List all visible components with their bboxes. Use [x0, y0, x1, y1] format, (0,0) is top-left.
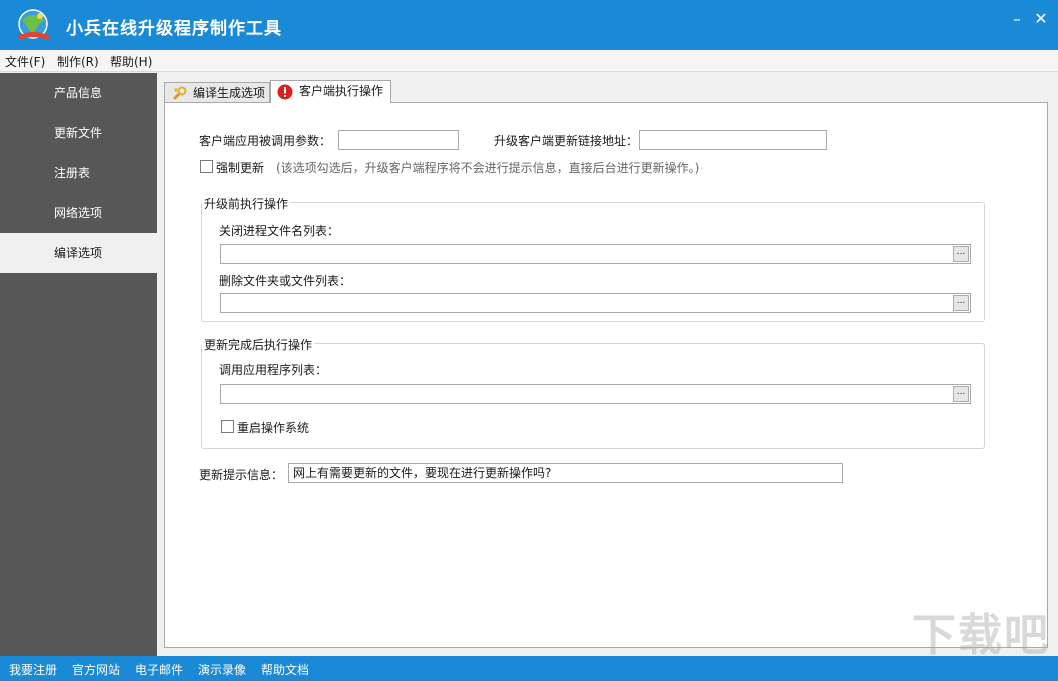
client-param-label: 客户端应用被调用参数：: [199, 132, 331, 149]
pre-upgrade-group: 升级前执行操作 关闭进程文件名列表： ... 删除文件夹或文件列表： ...: [201, 202, 985, 322]
upgrade-link-input[interactable]: [639, 130, 827, 150]
delete-files-browse-button[interactable]: ...: [953, 295, 969, 311]
sidebar-item-compile[interactable]: 编译选项: [0, 233, 157, 273]
status-link-website[interactable]: 官方网站: [72, 661, 120, 678]
tab-compile-options[interactable]: 编译生成选项: [164, 82, 270, 103]
close-process-browse-button[interactable]: ...: [953, 246, 969, 262]
client-actions-panel: 客户端应用被调用参数： 升级客户端更新链接地址： 强制更新 (该选项勾选后，升级…: [164, 102, 1048, 648]
alert-icon: [277, 84, 293, 100]
menu-bar: 文件(F) 制作(R) 帮助(H): [0, 50, 1058, 72]
close-process-list-input[interactable]: ...: [220, 244, 971, 264]
sidebar-item-update-files[interactable]: 更新文件: [0, 113, 157, 153]
status-link-demo[interactable]: 演示录像: [198, 661, 246, 678]
app-title: 小兵在线升级程序制作工具: [66, 14, 282, 39]
minimize-button[interactable]: –: [1006, 8, 1028, 30]
delete-files-list-input[interactable]: ...: [220, 293, 971, 313]
post-update-group: 更新完成后执行操作 调用应用程序列表： ... 重启操作系统: [201, 343, 985, 449]
run-apps-browse-button[interactable]: ...: [953, 386, 969, 402]
run-apps-list-label: 调用应用程序列表：: [219, 361, 327, 378]
watermark-logo: 下载吧: [912, 599, 1050, 663]
status-link-register[interactable]: 我要注册: [9, 661, 57, 678]
reboot-checkbox[interactable]: [221, 420, 234, 433]
status-bar: 我要注册 官方网站 电子邮件 演示录像 帮助文档: [0, 656, 1058, 681]
close-button[interactable]: ✕: [1030, 8, 1052, 30]
menu-make[interactable]: 制作(R): [57, 53, 99, 70]
status-link-help[interactable]: 帮助文档: [261, 661, 309, 678]
sidebar-item-registry[interactable]: 注册表: [0, 153, 157, 193]
menu-help[interactable]: 帮助(H): [110, 53, 152, 70]
delete-files-list-label: 删除文件夹或文件列表：: [219, 272, 351, 289]
client-param-input[interactable]: [338, 130, 459, 150]
menu-file[interactable]: 文件(F): [5, 53, 45, 70]
sidebar-item-network[interactable]: 网络选项: [0, 193, 157, 233]
tab-compile-options-label: 编译生成选项: [193, 86, 265, 100]
prompt-message-label: 更新提示信息：: [199, 466, 283, 483]
run-apps-list-input[interactable]: ...: [220, 384, 971, 404]
pre-upgrade-group-title: 升级前执行操作: [202, 195, 290, 212]
force-update-checkbox[interactable]: [200, 160, 213, 173]
app-logo-icon: [14, 6, 52, 44]
reboot-label: 重启操作系统: [237, 419, 309, 436]
sidebar: 产品信息 更新文件 注册表 网络选项 编译选项: [0, 73, 157, 656]
tab-client-actions[interactable]: 客户端执行操作: [270, 80, 391, 103]
post-update-group-title: 更新完成后执行操作: [202, 336, 314, 353]
tab-client-actions-label: 客户端执行操作: [299, 84, 383, 98]
force-update-hint: (该选项勾选后，升级客户端程序将不会进行提示信息，直接后台进行更新操作。): [276, 159, 699, 176]
upgrade-link-label: 升级客户端更新链接地址：: [494, 132, 638, 149]
force-update-label: 强制更新: [216, 159, 264, 176]
prompt-message-input[interactable]: 网上有需要更新的文件，要现在进行更新操作吗?: [288, 463, 843, 483]
status-link-email[interactable]: 电子邮件: [135, 661, 183, 678]
title-bar: 小兵在线升级程序制作工具 – ✕: [0, 0, 1058, 50]
sidebar-item-product-info[interactable]: 产品信息: [0, 73, 157, 113]
wrench-icon: [171, 86, 187, 102]
close-process-list-label: 关闭进程文件名列表：: [219, 222, 339, 239]
